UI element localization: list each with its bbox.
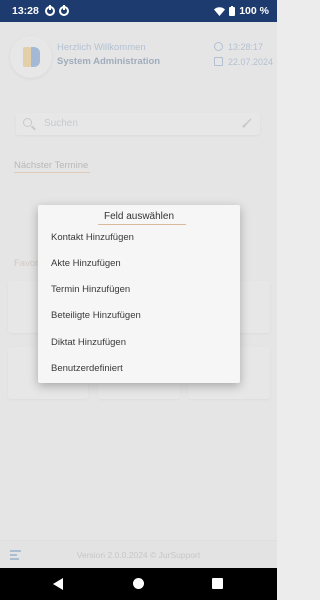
wifi-icon xyxy=(214,6,226,16)
sync-icon xyxy=(44,5,55,16)
recent-apps-icon[interactable] xyxy=(212,578,223,589)
add-participant-option[interactable]: Beteiligte Hinzufügen xyxy=(51,310,141,321)
add-appointment-option[interactable]: Termin Hinzufügen xyxy=(51,284,130,295)
add-dictation-option[interactable]: Diktat Hinzufügen xyxy=(51,337,126,348)
home-icon[interactable] xyxy=(133,578,144,589)
status-bar: 13:28 100 % xyxy=(0,0,277,22)
dialog-title-underline xyxy=(98,224,186,225)
system-nav-bar xyxy=(0,568,277,600)
back-icon[interactable] xyxy=(53,578,63,590)
dialog-title: Feld auswählen xyxy=(103,211,175,222)
status-time: 13:28 xyxy=(12,5,39,17)
select-field-dialog: Feld auswählen Kontakt Hinzufügen Akte H… xyxy=(38,205,240,383)
sync-icon-2 xyxy=(58,5,69,16)
battery-level: 100 % xyxy=(239,5,269,17)
custom-option[interactable]: Benutzerdefiniert xyxy=(51,363,123,374)
add-contact-option[interactable]: Kontakt Hinzufügen xyxy=(51,232,134,243)
battery-icon xyxy=(229,6,236,16)
add-file-option[interactable]: Akte Hinzufügen xyxy=(51,258,121,269)
